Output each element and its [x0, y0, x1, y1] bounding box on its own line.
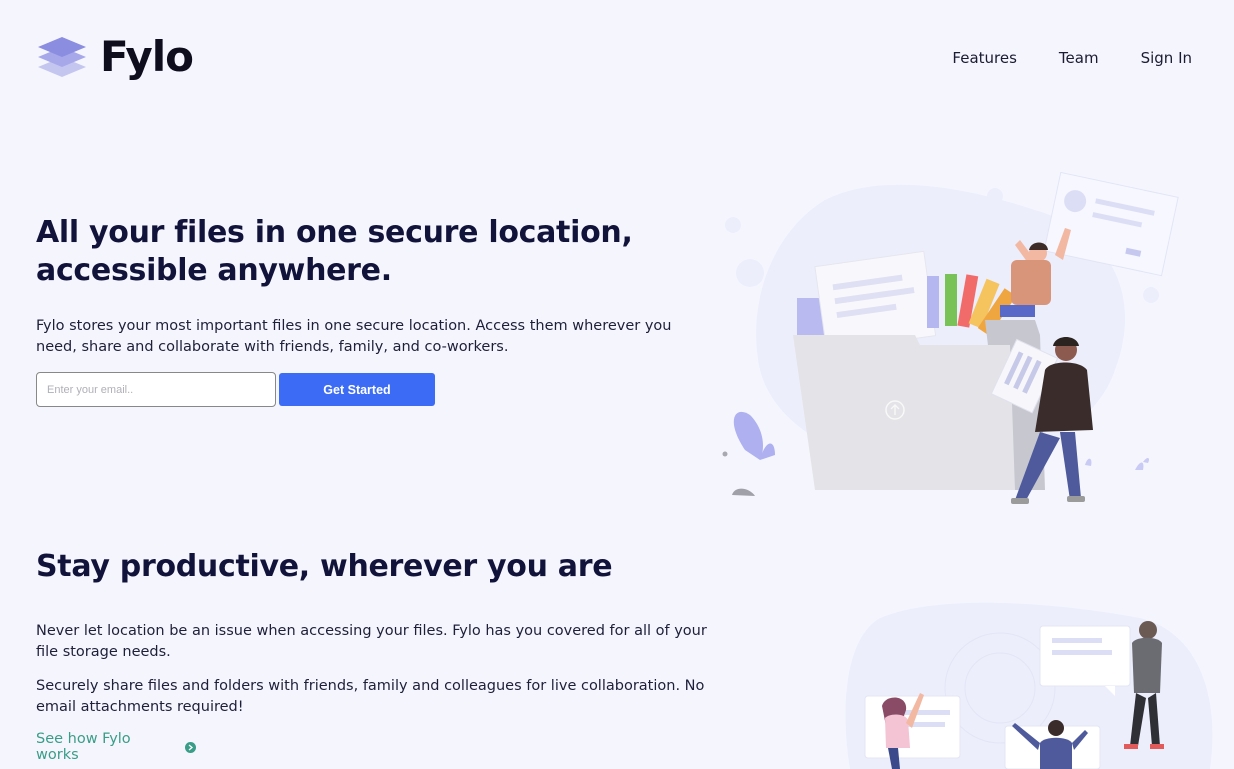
brand-logo[interactable]: Fylo [36, 32, 194, 81]
brand-name: Fylo [100, 32, 194, 81]
nav-sign-in[interactable]: Sign In [1141, 48, 1192, 68]
productive-illustration [845, 602, 1213, 769]
productive-paragraph-2: Securely share files and folders with fr… [36, 678, 705, 715]
stacked-layers-icon [38, 37, 86, 77]
get-started-button[interactable]: Get Started [279, 373, 435, 406]
main-nav: Features Team Sign In [952, 48, 1192, 68]
arrow-circle-icon [185, 741, 196, 753]
nav-features[interactable]: Features [952, 48, 1017, 68]
see-how-link-label: See how Fylo works [36, 731, 131, 763]
hero-description: Fylo stores your most important files in… [36, 318, 672, 355]
productive-paragraph-1: Never let location be an issue when acce… [36, 623, 707, 660]
hero-illustration [722, 171, 1179, 504]
productive-title: Stay productive, wherever you are [36, 549, 613, 584]
email-input[interactable] [36, 372, 276, 407]
hero-title: All your files in one secure location, a… [36, 215, 633, 288]
nav-team[interactable]: Team [1059, 48, 1099, 68]
see-how-fylo-works-link[interactable]: See how Fylo works [36, 731, 196, 769]
